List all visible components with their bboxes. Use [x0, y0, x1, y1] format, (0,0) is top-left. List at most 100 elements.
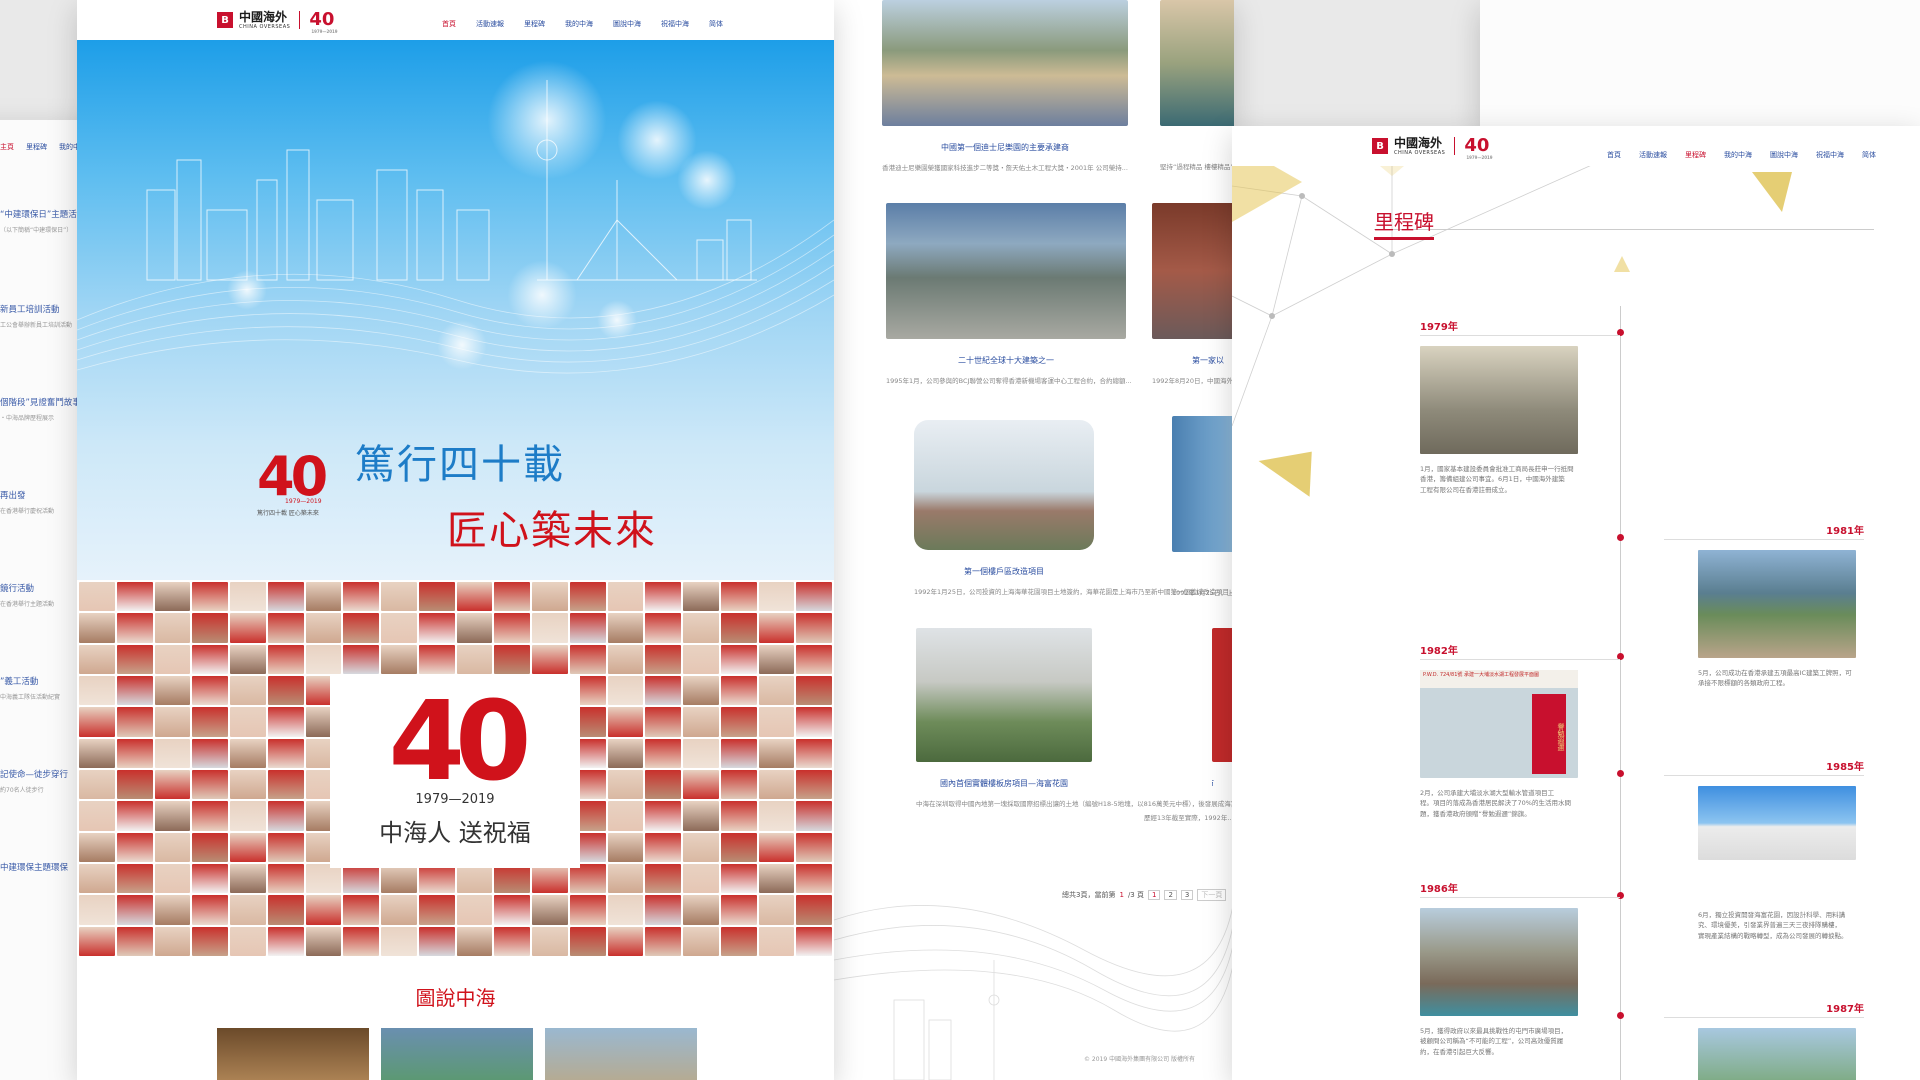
staff-photo-tile — [607, 613, 644, 643]
staff-photo-tile — [607, 644, 644, 674]
staff-photo-tile — [607, 864, 644, 894]
next-page-button[interactable]: 下一頁 — [1197, 889, 1227, 901]
staff-photo-tile — [116, 832, 153, 862]
staff-photo-tile — [192, 582, 228, 612]
gallery-card[interactable]: 堅持“過程精品 樓樓精品” — [1160, 0, 1234, 172]
timeline-image[interactable] — [1698, 786, 1856, 860]
nav-item-milestones[interactable]: 里程碑 — [524, 19, 545, 29]
staff-photo-tile — [116, 864, 153, 894]
page-button[interactable]: 1 — [1147, 890, 1161, 900]
staff-photo-tile — [192, 770, 228, 800]
timeline-image[interactable] — [1698, 550, 1856, 658]
gallery-desc: 堅持“過程精品 樓樓精品” — [1160, 163, 1234, 171]
staff-photo-tile — [569, 613, 606, 643]
logo-divider — [299, 11, 301, 29]
gallery-card[interactable]: 第一家以 1992年8月20日，中國海外集... — [1152, 203, 1234, 386]
timeline-entry: 1985年 6月，獨立投資開發海富花園，因設計科學、用料講 究、環境優美，引發業界… — [1664, 758, 1864, 941]
timeline-image[interactable]: P.W.D. 724/81號 承建一大埔淡水湖工程發展平面圖 譽勉遐邇 — [1420, 670, 1578, 778]
staff-photo-tile — [116, 895, 153, 925]
staff-photo-tile — [607, 926, 644, 956]
staff-photo-tile — [154, 613, 191, 643]
nav-item-gallery[interactable]: 圖說中海 — [1770, 150, 1798, 160]
site-logo[interactable]: B 中國海外 CHINA OVERSEAS 40 1979—2019 — [217, 11, 338, 34]
logo-divider — [1454, 137, 1456, 155]
staff-photo-tile — [720, 738, 757, 768]
staff-photo-tile — [79, 770, 115, 800]
nav-item[interactable]: 主頁 — [0, 142, 14, 152]
nav-item-gallery[interactable]: 圖說中海 — [613, 19, 641, 29]
staff-photo-tile — [154, 926, 191, 956]
staff-photo-tile — [267, 707, 304, 737]
staff-photo-tile — [230, 926, 266, 956]
staff-photo-tile — [645, 582, 681, 612]
staff-photo-tile — [381, 895, 417, 925]
logo-name-cn: 中國海外 — [1394, 135, 1443, 150]
nav-item-news[interactable]: 活動速報 — [1639, 150, 1667, 160]
staff-photo-tile — [796, 676, 832, 706]
staff-photo-tile — [796, 832, 832, 862]
staff-photo-tile — [79, 676, 115, 706]
timeline-image[interactable] — [1698, 1028, 1856, 1080]
timeline-entry: 1986年 5月，獲得政府以來最具挑戰性的屯門市廣場項目， 被顧問公司稱為“不可能… — [1420, 880, 1620, 1057]
gallery-card[interactable]: 二十世紀全球十大建築之一 1995年1月，公司參與的BCJ聯營公司奪得香港新機場… — [886, 203, 1132, 386]
staff-photo-tile — [116, 644, 153, 674]
gallery-desc: 中海在深圳取得中國內地第一塊採取國際招標出讓的土地（編號H18-5地塊，以816… — [916, 800, 1234, 808]
gallery-card[interactable]: 中國第一個迪士尼樂園的主要承建商 香港迪士尼樂園榮獲國家科技進步二等獎・詹天佑土… — [882, 0, 1128, 173]
gallery-card[interactable]: 1992年1月25日，上海第一... — [1172, 416, 1234, 598]
staff-photo-tile — [267, 801, 304, 831]
gallery-desc: 1995年1月，公司參與的BCJ聯營公司奪得香港新機場客運中心工程合約，合約總額… — [886, 377, 1132, 385]
staff-photo-tile — [305, 864, 342, 894]
staff-photo-tile — [456, 644, 493, 674]
staff-photo-tile — [494, 582, 530, 612]
staff-photo-tile — [494, 926, 530, 956]
page-button[interactable]: 3 — [1180, 890, 1194, 900]
timeline-image[interactable] — [1420, 908, 1578, 1016]
gallery-image — [1172, 416, 1234, 552]
anniversary-mark: 40 1979—2019 — [1464, 135, 1493, 160]
staff-photo-tile — [116, 738, 153, 768]
staff-photo-tile — [305, 644, 342, 674]
staff-photo-tile — [683, 895, 719, 925]
gallery-thumb[interactable] — [545, 1028, 697, 1080]
staff-photo-tile — [381, 613, 417, 643]
staff-photo-tile — [192, 738, 228, 768]
nav-item-wishes[interactable]: 祝福中海 — [661, 19, 689, 29]
staff-photo-tile — [645, 738, 681, 768]
gallery-card[interactable]: 國內首個實體樓板房項目—海富花園 中海在深圳取得中國內地第一塊採取國際招標出讓的… — [916, 628, 1234, 809]
nav-item-simplified[interactable]: 简体 — [709, 19, 723, 29]
nav-item-news[interactable]: 活動速報 — [476, 19, 504, 29]
staff-photo-tile — [305, 926, 342, 956]
nav-item-my-coli[interactable]: 我的中海 — [1724, 150, 1752, 160]
staff-photo-tile — [418, 926, 455, 956]
staff-photo-tile — [192, 644, 228, 674]
staff-photo-tile — [494, 895, 530, 925]
nav-item-wishes[interactable]: 祝福中海 — [1816, 150, 1844, 160]
gallery-thumb[interactable] — [381, 1028, 533, 1080]
nav-item-simplified[interactable]: 简体 — [1862, 150, 1876, 160]
background-page — [1480, 0, 1920, 130]
staff-photo-tile — [79, 644, 115, 674]
staff-photo-tile — [569, 895, 606, 925]
nav-item-my-coli[interactable]: 我的中海 — [565, 19, 593, 29]
page-button[interactable]: 2 — [1164, 890, 1177, 900]
staff-photo-tile — [758, 738, 795, 768]
gallery-thumb[interactable] — [217, 1028, 369, 1080]
hero-40-badge: 40 1979—2019 篤行四十載 匠心築未來 — [257, 445, 328, 518]
staff-photo-tile — [154, 644, 191, 674]
nav-item-home[interactable]: 首頁 — [1607, 150, 1621, 160]
staff-photo-tile — [796, 613, 832, 643]
nav-item-milestones[interactable]: 里程碑 — [1685, 150, 1706, 160]
timeline-image[interactable] — [1420, 346, 1578, 454]
nav-item-home[interactable]: 首頁 — [442, 19, 456, 29]
gallery-card[interactable]: 上市 — [1212, 628, 1234, 789]
timeline-entry: 1982年 P.W.D. 724/81號 承建一大埔淡水湖工程發展平面圖 譽勉遐… — [1420, 642, 1620, 819]
staff-photo-tile — [683, 801, 719, 831]
back-left-nav: 主頁 里程碑 我的中海 — [0, 142, 87, 152]
site-logo[interactable]: B 中國海外 CHINA OVERSEAS 40 1979—2019 — [1372, 135, 1493, 160]
staff-photo-tile — [267, 864, 304, 894]
staff-photo-tile — [192, 926, 228, 956]
gallery-card[interactable]: 第一個樓戶區改造項目 1992年1月25日，公司投資的上海海華花園項目土地簽約，… — [914, 420, 1234, 597]
nav-item[interactable]: 里程碑 — [26, 142, 47, 152]
staff-photo-tile — [456, 613, 493, 643]
staff-photo-tile — [154, 738, 191, 768]
